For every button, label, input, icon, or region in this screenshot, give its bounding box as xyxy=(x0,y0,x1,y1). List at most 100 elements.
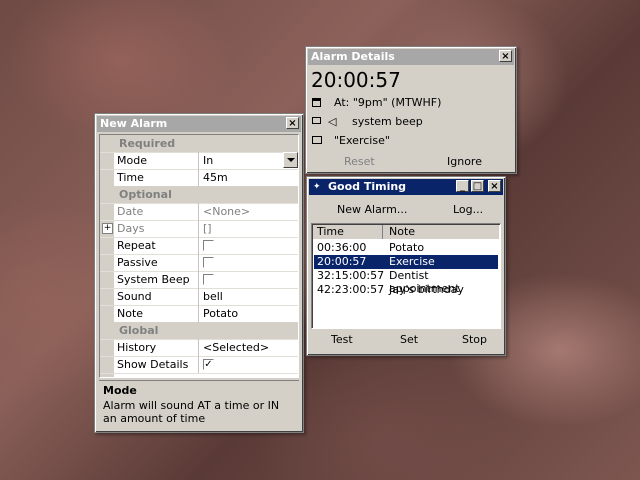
monitor-icon xyxy=(312,117,321,124)
days-label: Days xyxy=(117,222,145,235)
speaker-icon: ◁ xyxy=(328,115,337,128)
section-global-label: Global xyxy=(119,324,159,337)
row-repeat[interactable]: Repeat xyxy=(100,237,298,255)
alarm-time: 00:36:00 xyxy=(317,241,367,254)
system-beep-cell xyxy=(198,271,298,288)
date-value: <None> xyxy=(203,205,251,218)
row-history[interactable]: History <Selected> xyxy=(100,339,298,357)
alarm-time: 20:00:57 xyxy=(317,255,367,268)
list-item[interactable]: 20:00:57 Exercise xyxy=(314,255,498,269)
calendar-icon xyxy=(312,98,321,107)
column-time-label: Time xyxy=(317,225,344,238)
sound-text: system beep xyxy=(352,115,423,128)
close-button[interactable]: × xyxy=(286,117,299,129)
alarm-list[interactable]: Time Note 00:36:00 Potato 20:00:57 Exercise… xyxy=(311,223,501,329)
row-mode[interactable]: Mode In xyxy=(100,152,298,170)
alarm-details-titlebar[interactable]: Alarm Details × xyxy=(308,49,514,65)
time-value: 45m xyxy=(203,171,228,184)
at-text: At: "9pm" (MTWHF) xyxy=(334,96,442,109)
days-field[interactable]: [] xyxy=(198,220,298,237)
list-item[interactable]: 00:36:00 Potato xyxy=(314,241,498,255)
alarm-note: Exercise xyxy=(389,255,435,268)
note-label: Note xyxy=(117,307,144,320)
passive-checkbox[interactable] xyxy=(203,257,214,268)
chevron-down-icon xyxy=(287,158,295,162)
note-icon xyxy=(312,136,322,144)
passive-label: Passive xyxy=(117,256,158,269)
note-field[interactable]: Potato xyxy=(198,305,298,322)
section-optional-label: Optional xyxy=(119,188,172,201)
expand-icon[interactable]: + xyxy=(102,223,113,234)
passive-cell xyxy=(198,254,298,271)
new-alarm-button[interactable]: New Alarm... xyxy=(337,203,407,216)
new-alarm-titlebar[interactable]: New Alarm × xyxy=(97,116,301,132)
alarm-note: Potato xyxy=(389,241,425,254)
system-beep-checkbox[interactable] xyxy=(203,274,214,285)
help-divider xyxy=(99,380,299,381)
repeat-cell xyxy=(198,237,298,254)
column-header-time[interactable]: Time xyxy=(313,225,383,239)
maximize-icon: □ xyxy=(472,181,483,192)
show-details-checkbox[interactable]: ✓ xyxy=(203,359,214,370)
close-icon: × xyxy=(501,51,510,62)
help-text: Alarm will sound AT a time or IN an amou… xyxy=(103,399,280,425)
note-text: "Exercise" xyxy=(334,134,390,147)
reset-button[interactable]: Reset xyxy=(344,155,375,168)
row-date[interactable]: Date <None> xyxy=(100,203,298,221)
repeat-label: Repeat xyxy=(117,239,156,252)
section-required: Required xyxy=(100,135,298,153)
close-icon: × xyxy=(490,181,499,192)
row-system-beep[interactable]: System Beep xyxy=(100,271,298,289)
sound-label: Sound xyxy=(117,290,152,303)
row-time[interactable]: Time 45m xyxy=(100,169,298,187)
show-details-label: Show Details xyxy=(117,358,189,371)
ignore-button[interactable]: Ignore xyxy=(447,155,482,168)
minimize-icon: _ xyxy=(460,181,465,192)
good-timing-window: ✦ Good Timing _ □ × New Alarm... Log... … xyxy=(306,176,506,356)
mode-label: Mode xyxy=(117,154,147,167)
show-details-cell: ✓ xyxy=(198,356,298,373)
test-button[interactable]: Test xyxy=(331,333,353,346)
sound-field[interactable]: bell xyxy=(198,288,298,305)
list-item[interactable]: 32:15:00:57 Dentist appointment xyxy=(314,269,498,295)
good-timing-titlebar[interactable]: ✦ Good Timing _ □ × xyxy=(309,179,503,195)
list-header: Time Note xyxy=(313,225,499,239)
minimize-button[interactable]: _ xyxy=(456,180,469,192)
row-sound[interactable]: Sound bell xyxy=(100,288,298,306)
mode-dropdown[interactable]: In xyxy=(198,152,298,169)
date-field[interactable]: <None> xyxy=(198,203,298,220)
maximize-button[interactable]: □ xyxy=(471,180,484,192)
close-icon: × xyxy=(288,118,297,129)
row-note[interactable]: Note Potato xyxy=(100,305,298,323)
good-timing-title: Good Timing xyxy=(328,180,407,193)
countdown-time: 20:00:57 xyxy=(311,68,401,92)
history-value: <Selected> xyxy=(203,341,270,354)
row-days[interactable]: + Days [] xyxy=(100,220,298,238)
repeat-checkbox[interactable] xyxy=(203,240,214,251)
list-item[interactable]: 42:23:00:57 Jay's birthday xyxy=(314,283,498,297)
log-button[interactable]: Log... xyxy=(453,203,483,216)
section-global: Global xyxy=(100,322,298,340)
help-title: Mode xyxy=(103,384,137,397)
system-beep-label: System Beep xyxy=(117,273,190,286)
history-field[interactable]: <Selected> xyxy=(198,339,298,356)
set-button[interactable]: Set xyxy=(400,333,418,346)
dropdown-button[interactable] xyxy=(283,152,298,168)
new-alarm-title: New Alarm xyxy=(100,117,168,130)
help-panel: Mode Alarm will sound AT a time or IN an… xyxy=(99,382,299,428)
property-grid: Required Mode In Time 45m Optional Date … xyxy=(99,134,299,378)
close-button[interactable]: × xyxy=(499,50,512,62)
stop-button[interactable]: Stop xyxy=(462,333,487,346)
alarm-note: Jay's birthday xyxy=(389,283,464,296)
row-show-details[interactable]: Show Details ✓ xyxy=(100,356,298,374)
days-value: [] xyxy=(203,222,212,235)
column-header-note[interactable]: Note xyxy=(383,225,499,239)
section-optional: Optional xyxy=(100,186,298,204)
row-passive[interactable]: Passive xyxy=(100,254,298,272)
new-alarm-window: New Alarm × Required Mode In Time 45m Op… xyxy=(94,113,304,433)
time-field[interactable]: 45m xyxy=(198,169,298,186)
date-label: Date xyxy=(117,205,144,218)
alarm-details-window: Alarm Details × 20:00:57 At: "9pm" (MTWH… xyxy=(305,46,517,174)
app-icon: ✦ xyxy=(313,182,321,192)
close-button[interactable]: × xyxy=(488,180,501,192)
